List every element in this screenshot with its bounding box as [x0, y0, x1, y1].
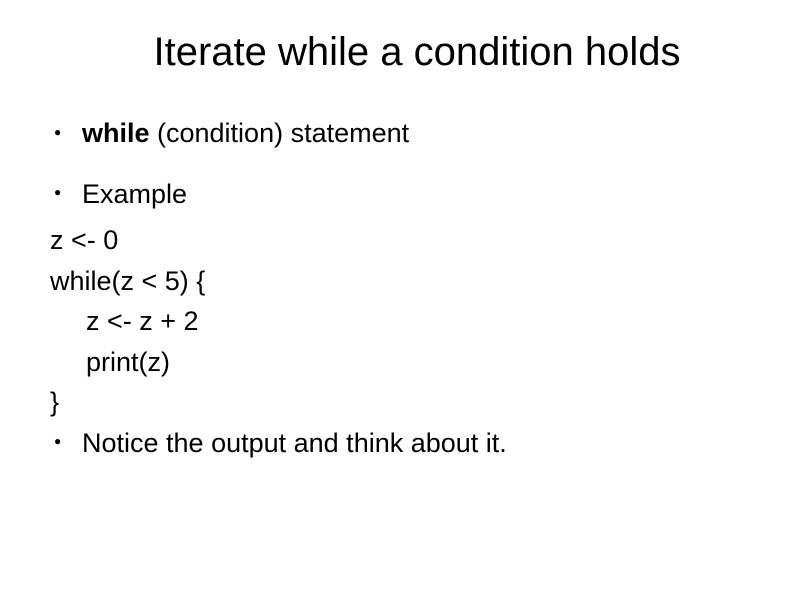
bullet-item-2: Example — [50, 174, 744, 215]
bullet-text-3: Notice the output and think about it. — [82, 423, 744, 464]
slide: Iterate while a condition holds while (c… — [0, 0, 794, 595]
bullet-text-1: while (condition) statement — [82, 113, 744, 154]
code-line-2: while(z < 5) { — [50, 261, 744, 302]
slide-title: Iterate while a condition holds — [50, 30, 744, 75]
bullet-item-3: Notice the output and think about it. — [50, 423, 744, 464]
code-line-4: print(z) — [50, 342, 744, 383]
slide-body: while (condition) statement Example z <-… — [50, 113, 744, 463]
code-line-3: z <- z + 2 — [50, 301, 744, 342]
bullet-1-rest: (condition) statement — [150, 118, 410, 148]
bullet-icon — [50, 174, 82, 215]
bullet-icon — [50, 113, 82, 154]
bullet-item-1: while (condition) statement — [50, 113, 744, 154]
bullet-1-bold: while — [82, 118, 150, 148]
bullet-icon — [50, 423, 82, 464]
bullet-text-2: Example — [82, 174, 744, 215]
code-line-1: z <- 0 — [50, 220, 744, 261]
code-line-5: } — [50, 382, 744, 423]
